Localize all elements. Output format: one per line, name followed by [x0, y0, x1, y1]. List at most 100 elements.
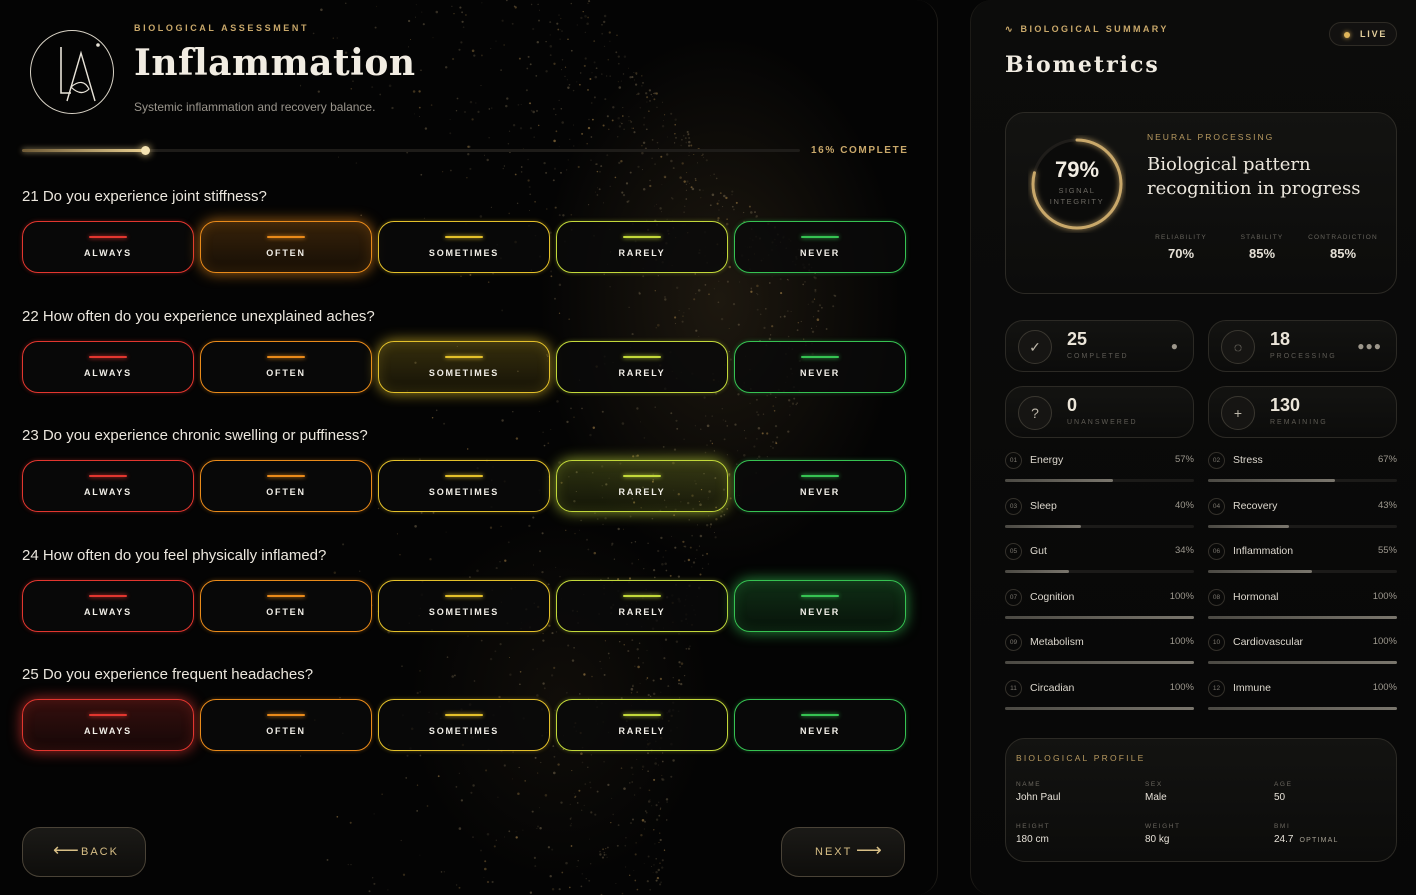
option-never-button[interactable]: NEVER — [734, 699, 906, 751]
option-label: SOMETIMES — [428, 367, 500, 378]
option-sometimes-button[interactable]: SOMETIMES — [378, 699, 550, 751]
brand-logo — [30, 30, 114, 114]
option-often-button[interactable]: OFTEN — [200, 460, 372, 512]
option-label: OFTEN — [266, 367, 306, 378]
metric-name: Cognition — [1030, 590, 1075, 603]
option-always-button[interactable]: ALWAYS — [22, 340, 194, 393]
stability-stat: STABILITY 85% — [1222, 234, 1302, 261]
live-badge: LIVE — [1329, 22, 1397, 46]
profile-kicker: BIOLOGICAL PROFILE — [1016, 753, 1146, 763]
metric-fill — [1208, 479, 1335, 482]
summary-kicker: ∿ BIOLOGICAL SUMMARY — [1005, 24, 1169, 35]
signal-integrity-label: SIGNAL INTEGRITY — [1049, 186, 1105, 206]
option-sometimes-button[interactable]: SOMETIMES — [378, 221, 550, 273]
back-button[interactable]: ⟵ BACK — [22, 827, 146, 877]
option-indicator — [801, 355, 839, 358]
summary-panel: ∿ BIOLOGICAL SUMMARY Biometrics LIVE 79% … — [970, 0, 1416, 895]
metric-fill — [1208, 615, 1397, 619]
metric-track — [1208, 661, 1397, 665]
arrow-left-icon: ⟵ — [53, 840, 81, 860]
option-label: ALWAYS — [84, 606, 132, 617]
question-text: 25 Do you experience frequent headaches? — [22, 666, 314, 683]
next-button[interactable]: NEXT ⟶ — [781, 827, 905, 877]
metric-fill — [1005, 570, 1070, 574]
profile-bmi-value-row: 24.7 OPTIMAL — [1274, 834, 1394, 845]
option-always-button[interactable]: ALWAYS — [22, 579, 194, 632]
plus-icon: + — [1221, 396, 1255, 430]
option-rarely-button[interactable]: RARELY — [556, 340, 728, 393]
option-indicator — [445, 475, 483, 477]
signal-integrity-ring — [1031, 138, 1123, 230]
stat-label: CONTRADICTION — [1308, 234, 1378, 241]
option-label: ALWAYS — [84, 487, 132, 497]
option-indicator — [267, 475, 305, 477]
profile-age-label: AGE — [1274, 781, 1293, 788]
option-always-button[interactable]: ALWAYS — [22, 460, 194, 512]
option-label: RARELY — [618, 248, 666, 258]
metric-index: 01 — [1005, 452, 1022, 469]
option-often-button[interactable]: OFTEN — [200, 340, 372, 393]
profile-bmi-label: BMI — [1274, 823, 1291, 830]
metric-fill — [1208, 707, 1397, 710]
option-indicator — [89, 594, 127, 597]
option-often-button[interactable]: OFTEN — [200, 699, 372, 751]
tile-count: 0 — [1067, 395, 1078, 415]
option-often-button[interactable]: OFTEN — [200, 579, 372, 632]
option-rarely-button[interactable]: RARELY — [556, 460, 728, 512]
option-indicator — [267, 594, 305, 597]
option-never-button[interactable]: NEVER — [734, 460, 906, 512]
live-label: LIVE — [1360, 29, 1388, 39]
question-1: 21 Do you experience joint stiffness? ALW… — [22, 187, 906, 275]
option-sometimes-button[interactable]: SOMETIMES — [378, 579, 550, 632]
profile-age-value: 50 — [1274, 792, 1286, 803]
metric-track — [1208, 479, 1397, 482]
metric-track — [1005, 570, 1194, 574]
option-label: NEVER — [799, 606, 840, 617]
metric-index: 04 — [1208, 497, 1225, 515]
option-label: RARELY — [618, 606, 666, 617]
option-label: NEVER — [799, 726, 840, 736]
option-often-button[interactable]: OFTEN — [200, 221, 372, 273]
metric-index: 09 — [1005, 634, 1022, 652]
neural-headline: Biological pattern recognition in progre… — [1147, 154, 1361, 199]
option-indicator — [801, 475, 839, 477]
metric-fill — [1208, 524, 1290, 528]
metric-percent: 100% — [1169, 590, 1194, 602]
unanswered-tile: ? 0 UNANSWERED — [1005, 386, 1194, 438]
option-rarely-button[interactable]: RARELY — [556, 579, 728, 632]
option-indicator — [89, 355, 127, 358]
profile-bmi-value: 24.7 — [1274, 834, 1294, 845]
option-never-button[interactable]: NEVER — [734, 579, 906, 632]
metric-percent: 100% — [1372, 636, 1397, 648]
metric-fill — [1208, 570, 1312, 574]
profile-weight-label: WEIGHT — [1145, 823, 1181, 830]
assessment-panel: BIOLOGICAL ASSESSMENT Inflammation Syste… — [0, 0, 938, 895]
option-rarely-button[interactable]: RARELY — [556, 699, 728, 751]
option-always-button[interactable]: ALWAYS — [22, 221, 194, 273]
profile-height-value: 180 cm — [1016, 834, 1049, 845]
tile-caption: UNANSWERED — [1067, 419, 1138, 426]
bmi-status-tag: OPTIMAL — [1299, 837, 1339, 844]
option-indicator — [623, 355, 661, 358]
metric-name: Recovery — [1233, 499, 1278, 512]
option-never-button[interactable]: NEVER — [734, 340, 906, 393]
metric-name: Energy — [1030, 454, 1064, 466]
metric-track — [1208, 615, 1397, 619]
metric-percent: 55% — [1377, 545, 1397, 557]
metric-name: Immune — [1233, 682, 1271, 694]
option-indicator — [623, 594, 661, 597]
option-always-button[interactable]: ALWAYS — [22, 699, 194, 751]
option-sometimes-button[interactable]: SOMETIMES — [378, 460, 550, 512]
option-sometimes-button[interactable]: SOMETIMES — [378, 340, 550, 393]
profile-age: AGE 50 — [1274, 781, 1394, 803]
progress-handle — [141, 146, 151, 155]
metric-percent: 43% — [1377, 499, 1397, 511]
tile-caption: REMAINING — [1270, 419, 1328, 426]
metric-percent: 57% — [1174, 454, 1194, 465]
option-indicator — [267, 355, 305, 358]
metric-percent: 100% — [1169, 636, 1194, 648]
metric-percent: 100% — [1372, 682, 1397, 693]
option-never-button[interactable]: NEVER — [734, 221, 906, 273]
option-rarely-button[interactable]: RARELY — [556, 221, 728, 273]
pulse-icon: ∿ — [1005, 24, 1013, 34]
